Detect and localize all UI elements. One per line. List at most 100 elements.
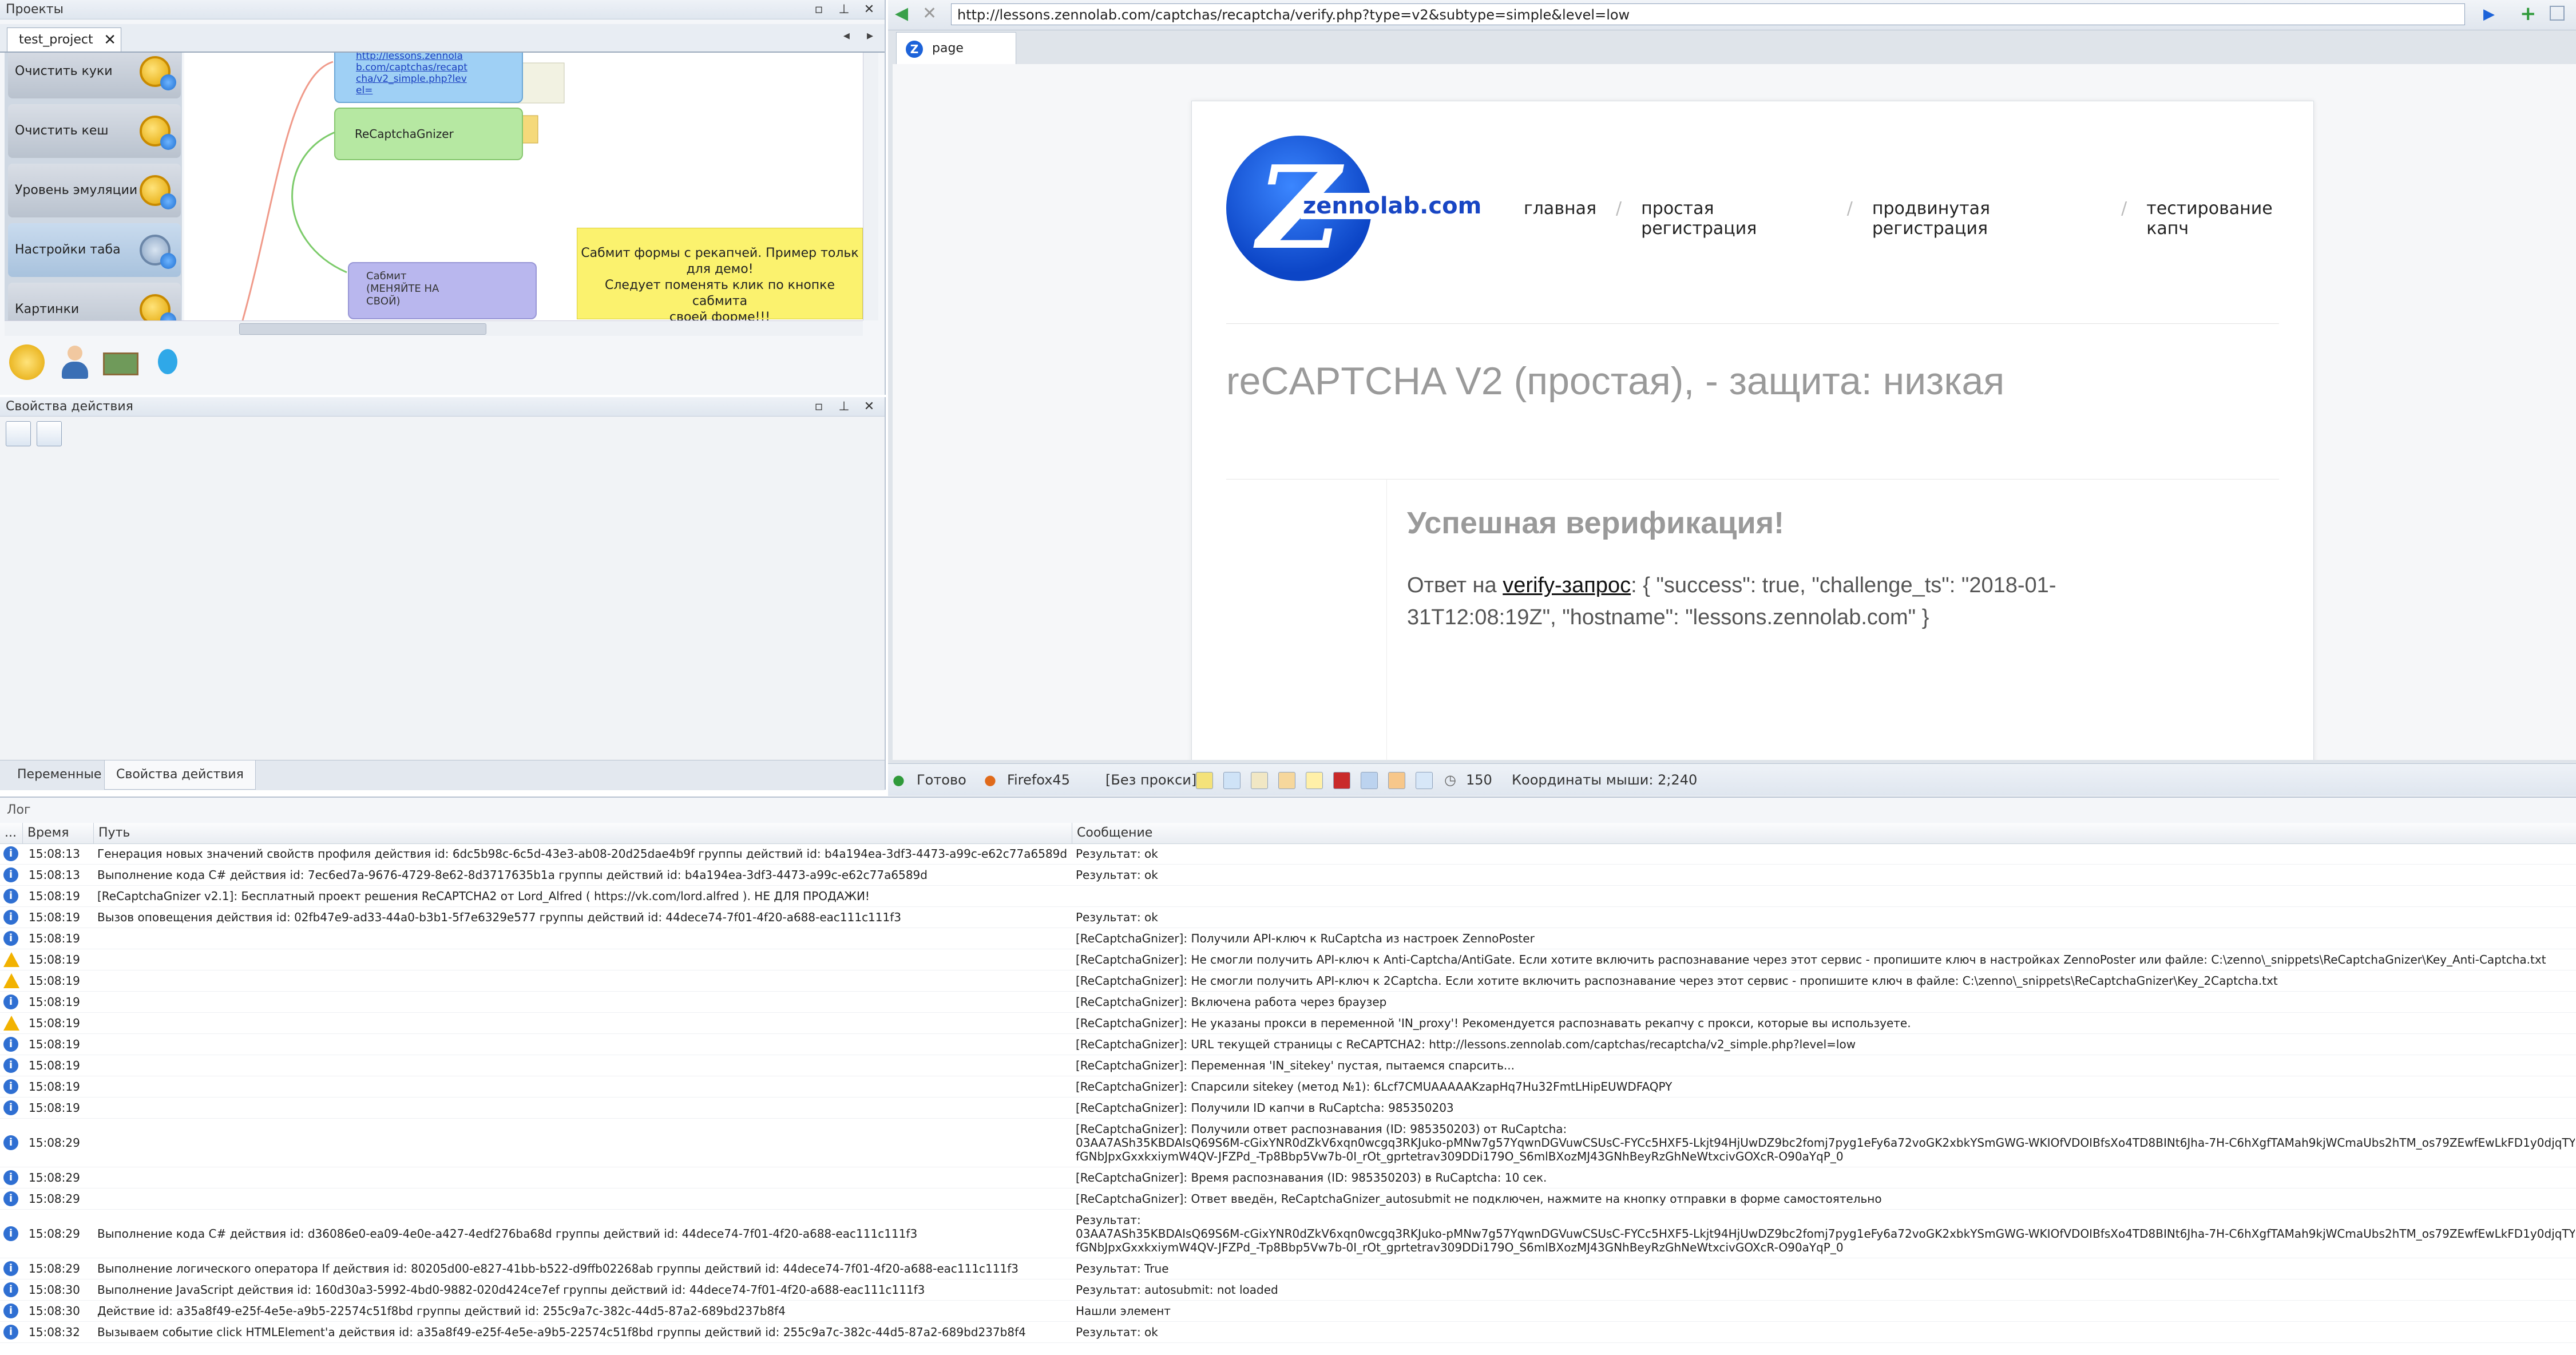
site-nav: главная / простая регистрация / продвину…	[1524, 199, 2313, 239]
flash-icon[interactable]	[1333, 772, 1350, 789]
projects-pane-title: Проекты ▫ ⊥ ✕	[0, 0, 885, 19]
properties-pane: Свойства действия ▫ ⊥ ✕	[0, 397, 886, 790]
tab-variables[interactable]: Переменные	[6, 760, 113, 789]
minimize-icon[interactable]: ▫	[811, 397, 826, 417]
log-message: [ReCaptchaGnizer]: URL текущей страницы …	[1076, 1037, 1856, 1051]
bird-icon[interactable]	[150, 344, 185, 380]
log-message: Результат: ok	[1076, 868, 1158, 882]
log-row[interactable]: i 15:08:19 [ReCaptchaGnizer]: Получили ID …	[0, 1098, 2576, 1119]
toggle-icon[interactable]	[1251, 772, 1268, 789]
pin-icon[interactable]: ⊥	[837, 0, 851, 19]
nav-advanced-registration[interactable]: продвинутая регистрация	[1872, 199, 2102, 239]
image-icon[interactable]	[103, 352, 138, 375]
canvas-horizontal-scrollbar[interactable]	[5, 320, 863, 336]
gear-icon[interactable]	[9, 344, 45, 380]
pin-icon[interactable]: ⊥	[837, 397, 851, 417]
log-row[interactable]: i 15:08:29 Выполнение логического оператор…	[0, 1258, 2576, 1279]
add-tab-icon[interactable]: +	[2520, 2, 2537, 25]
log-time: 15:08:19	[29, 1016, 80, 1030]
palette-item-clear-cache[interactable]: Очистить кеш	[8, 104, 181, 158]
toggle-icon[interactable]	[1223, 772, 1241, 789]
user-icon[interactable]	[57, 344, 93, 380]
log-row[interactable]: 15:08:19 [ReCaptchaGnizer]: Не смогли пол…	[0, 970, 2576, 992]
log-message: [ReCaptchaGnizer]: Получили API-ключ к R…	[1076, 932, 1535, 945]
node-recaptchagnizer[interactable]: ReCaptchaGnizer	[334, 108, 523, 160]
tab-next-icon[interactable]: ▸	[867, 29, 873, 43]
column-header-message[interactable]: Сообщение	[1072, 823, 2576, 843]
log-row[interactable]: i 15:08:29 [ReCaptchaGnizer]: Ответ введён…	[0, 1188, 2576, 1210]
toggle-icon[interactable]	[1278, 772, 1295, 789]
log-row[interactable]: i 15:08:30 Действие id: a35a8f49-e25f-4e5e…	[0, 1301, 2576, 1322]
close-icon[interactable]: ✕	[862, 0, 877, 19]
log-row[interactable]: i 15:08:19 [ReCaptchaGnizer]: Переменная '…	[0, 1055, 2576, 1076]
nav-home[interactable]: главная	[1524, 199, 1596, 239]
tab-test-project[interactable]: test_project ✕	[7, 27, 121, 51]
url-input[interactable]: http://lessons.zennolab.com/captchas/rec…	[951, 3, 2465, 25]
column-header-path[interactable]: Путь	[94, 823, 1072, 843]
log-time: 15:08:30	[29, 1283, 80, 1297]
property-pages-button[interactable]	[37, 421, 62, 446]
scroll-thumb[interactable]	[239, 323, 486, 335]
palette-item-clear-cookies[interactable]: Очистить куки	[8, 53, 181, 98]
lightning-icon[interactable]	[1306, 772, 1323, 789]
log-row[interactable]: 15:08:19 [ReCaptchaGnizer]: Не указаны пр…	[0, 1013, 2576, 1034]
pane-buttons: ▫ ⊥ ✕	[811, 397, 877, 417]
log-row[interactable]: i 15:08:13 Выполнение кода C# действия id:…	[0, 865, 2576, 886]
log-pane: Лог ... Время Путь Сообщение i 15:08:13 Ге…	[0, 797, 2576, 1355]
toggle-icon[interactable]	[1196, 772, 1213, 789]
browser-tab-page[interactable]: Z page	[896, 32, 1016, 64]
log-row[interactable]: i 15:08:29 [ReCaptchaGnizer]: Получили отв…	[0, 1119, 2576, 1167]
log-row[interactable]: i 15:08:29 [ReCaptchaGnizer]: Время распоз…	[0, 1167, 2576, 1188]
browser-engine[interactable]: Firefox45	[1007, 764, 1070, 796]
info-icon: i	[3, 867, 18, 882]
log-row[interactable]: i 15:08:19 [ReCaptchaGnizer v2.1]: Бесплат…	[0, 886, 2576, 907]
info-icon: i	[3, 1325, 18, 1340]
log-row[interactable]: i 15:08:19 [ReCaptchaGnizer]: Получили API…	[0, 928, 2576, 949]
close-tab-icon[interactable]: ✕	[104, 28, 116, 52]
log-row[interactable]: i 15:08:29 Выполнение кода C# действия id:…	[0, 1210, 2576, 1258]
project-canvas[interactable]: http://lessons.zennolab.com/captchas/rec…	[184, 53, 863, 320]
nav-captcha-testing[interactable]: тестирование капч	[2146, 199, 2313, 239]
palette-item-tab-settings[interactable]: Настройки таба	[8, 223, 181, 277]
back-arrow-icon[interactable]: ◀	[895, 3, 908, 23]
log-row[interactable]: i 15:08:19 Вызов оповещения действия id: 0…	[0, 907, 2576, 928]
log-row[interactable]: i 15:08:19 [ReCaptchaGnizer]: URL текущей …	[0, 1034, 2576, 1055]
palette-label: Очистить кеш	[15, 124, 109, 138]
divider	[1226, 323, 2279, 324]
minimize-icon[interactable]: ▫	[811, 0, 826, 19]
window-icon[interactable]	[2550, 6, 2565, 21]
toggle-icon[interactable]	[1388, 772, 1405, 789]
tab-prev-icon[interactable]: ◂	[843, 29, 850, 43]
browser-tab-label: page	[932, 41, 964, 56]
log-row[interactable]: i 15:08:13 Генерация новых значений свойст…	[0, 843, 2576, 865]
verify-request-link[interactable]: verify-запрос	[1503, 573, 1631, 597]
logo-text[interactable]: zennolab.com	[1301, 193, 1484, 219]
web-page-viewport[interactable]: Z zennolab.com главная / простая регистр…	[893, 64, 2576, 760]
log-path: Выполнение кода C# действия id: 7ec6ed7a…	[97, 868, 928, 882]
nav-simple-registration[interactable]: простая регистрация	[1641, 199, 1828, 239]
log-message: [ReCaptchaGnizer]: Спарсили sitekey (мет…	[1076, 1080, 1673, 1093]
node-submit[interactable]: Сабмит (МЕНЯЙТЕ НА СВОЙ)	[348, 262, 537, 319]
column-header-time[interactable]: Время	[23, 823, 94, 843]
palette-item-images[interactable]: Картинки	[8, 283, 181, 320]
log-row[interactable]: i 15:08:32 Вызываем событие click HTMLElem…	[0, 1322, 2576, 1343]
toggle-icon[interactable]	[1361, 772, 1378, 789]
success-heading: Успешная верификация!	[1407, 506, 1785, 540]
node-url-navigate[interactable]: http://lessons.zennolab.com/captchas/rec…	[334, 53, 523, 103]
log-row[interactable]: i 15:08:19 [ReCaptchaGnizer]: Спарсили sit…	[0, 1076, 2576, 1098]
music-icon[interactable]	[1416, 772, 1433, 789]
sticky-note[interactable]: Сабмит формы с рекапчей. Пример тольк дл…	[577, 228, 863, 320]
info-icon: i	[3, 1170, 18, 1185]
log-row[interactable]: 15:08:19 [ReCaptchaGnizer]: Не смогли пол…	[0, 949, 2576, 970]
proxy-status[interactable]: [Без прокси]	[1105, 764, 1196, 796]
close-icon[interactable]: ✕	[862, 397, 877, 417]
log-row[interactable]: i 15:08:30 Выполнение JavaScript действия …	[0, 1279, 2576, 1301]
canvas-vertical-scrollbar[interactable]	[863, 53, 878, 320]
categorized-view-button[interactable]	[6, 421, 31, 446]
go-icon[interactable]: ▶	[2483, 6, 2495, 23]
column-header-icon[interactable]: ...	[0, 823, 23, 843]
palette-item-emulation-level[interactable]: Уровень эмуляции	[8, 164, 181, 217]
tab-action-properties[interactable]: Свойства действия	[104, 760, 256, 790]
log-row[interactable]: i 15:08:19 [ReCaptchaGnizer]: Включена раб…	[0, 992, 2576, 1013]
stop-icon[interactable]: ✕	[922, 3, 937, 23]
